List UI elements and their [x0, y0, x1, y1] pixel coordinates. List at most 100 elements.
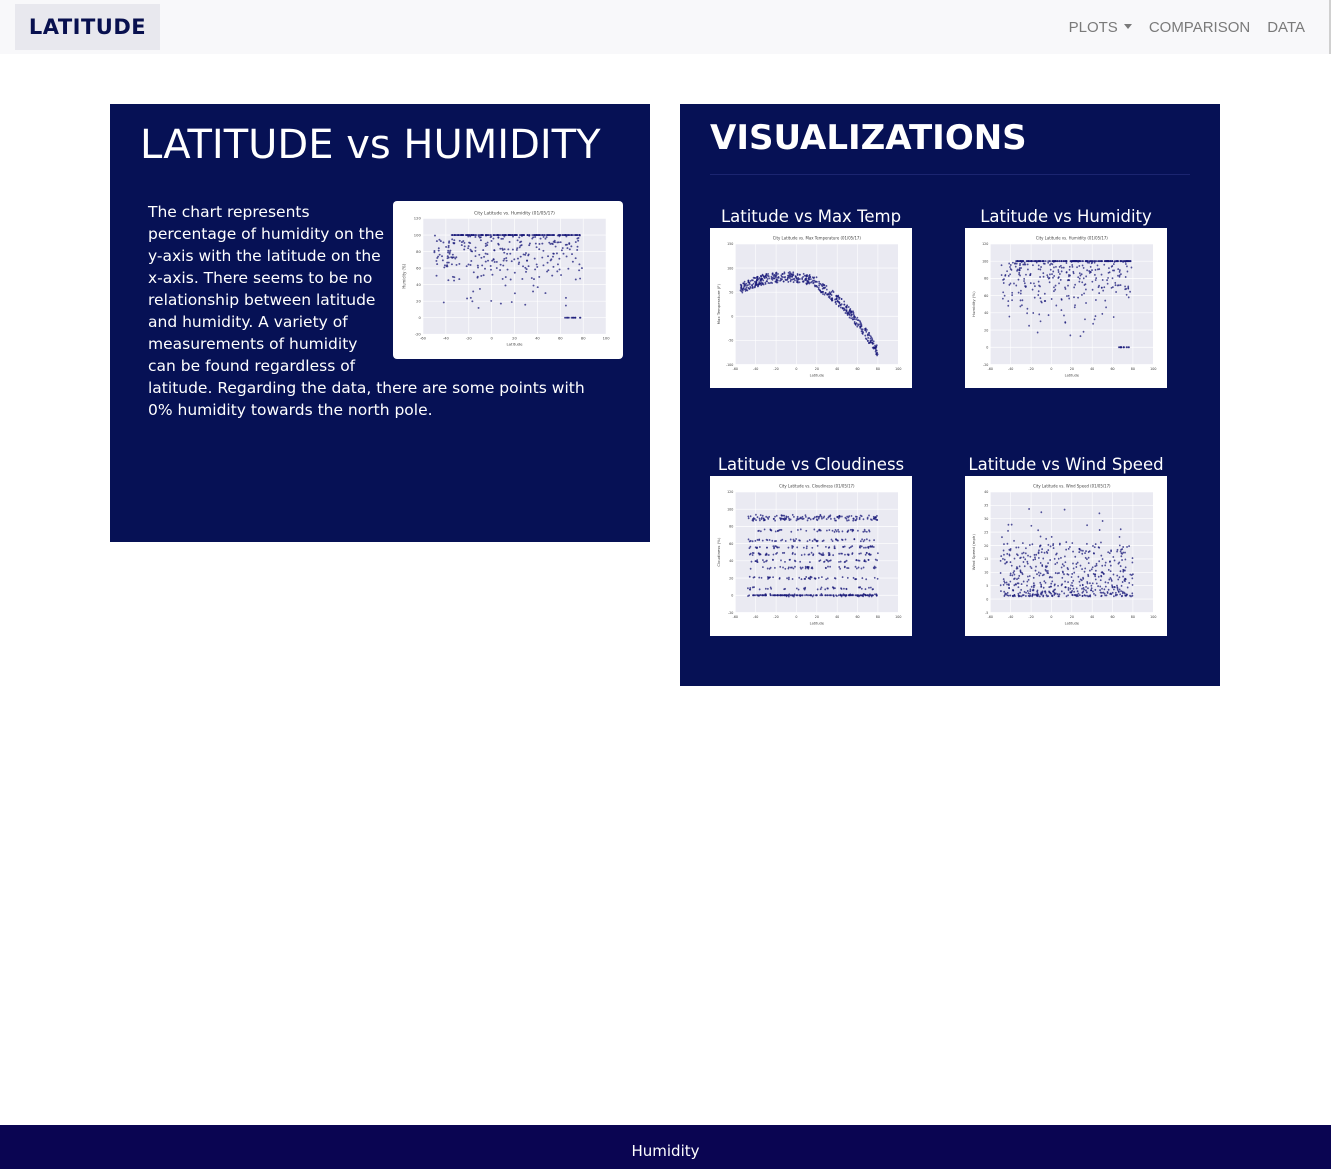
scatter-point	[758, 588, 761, 591]
scatter-point	[1100, 541, 1102, 544]
viz-card-humidity[interactable]: Latitude vs Humidity City Latitude vs. H…	[965, 206, 1167, 388]
scatter-point	[1074, 593, 1077, 596]
nav-data[interactable]: DATA	[1267, 19, 1305, 36]
scatter-point	[852, 519, 855, 522]
scatter-point	[1087, 556, 1090, 559]
brand-logo[interactable]: LATITUDE	[15, 4, 160, 50]
scatter-point	[1018, 574, 1021, 577]
scatter-point	[869, 335, 872, 338]
scatter-point	[824, 566, 827, 569]
viz-card-wind-speed[interactable]: Latitude vs Wind Speed City Latitude vs.…	[965, 454, 1167, 636]
scatter-point	[795, 587, 798, 590]
scatter-point	[480, 234, 483, 236]
scatter-point	[1058, 265, 1061, 268]
scatter-point	[555, 252, 558, 255]
scatter-point	[1130, 266, 1133, 269]
scatter-point	[1089, 582, 1091, 585]
scatter-point	[1081, 587, 1083, 590]
scatter-point	[1018, 269, 1020, 272]
scatter-point	[778, 546, 780, 549]
scatter-point	[1050, 535, 1053, 538]
scatter-point	[809, 518, 812, 521]
viz-image[interactable]: City Latitude vs. Max Temperature (01/05…	[710, 228, 912, 388]
scatter-point	[532, 234, 535, 236]
scatter-point	[848, 316, 851, 319]
scatter-point	[1124, 592, 1126, 595]
scatter-point	[510, 301, 513, 303]
scatter-point	[840, 587, 842, 590]
scatter-point	[1065, 260, 1068, 263]
scatter-point	[1047, 314, 1050, 317]
scatter-point	[765, 280, 768, 283]
y-tick-label: 60	[984, 294, 988, 298]
scatter-point	[1078, 277, 1081, 280]
scatter-point	[767, 272, 769, 275]
scatter-point	[1063, 573, 1065, 576]
scatter-point	[1057, 269, 1060, 272]
scatter-point	[854, 565, 857, 568]
scatter-point	[836, 295, 839, 298]
scatter-point	[819, 588, 822, 591]
scatter-point	[1029, 594, 1032, 597]
scatter-point	[871, 588, 874, 591]
viz-image[interactable]: City Latitude vs. Humidity (01/05/17) -60…	[965, 228, 1167, 388]
scatter-point	[574, 257, 577, 260]
scatter-point	[1013, 570, 1016, 573]
scatter-point	[552, 255, 554, 258]
scatter-point	[1007, 529, 1009, 532]
scatter-point	[847, 519, 850, 522]
scatter-point	[1044, 260, 1047, 263]
scatter-point	[1112, 555, 1115, 558]
scatter-point	[808, 273, 811, 276]
scatter-point	[561, 247, 564, 249]
scatter-point	[447, 249, 450, 252]
scatter-point	[754, 277, 757, 280]
x-tick-label: 80	[581, 337, 586, 341]
scatter-point	[828, 594, 831, 597]
viz-card-cloudiness[interactable]: Latitude vs Cloudiness City Latitude vs.…	[710, 454, 912, 636]
scatter-point	[568, 248, 571, 251]
scatter-point	[1090, 589, 1093, 592]
nav-comparison[interactable]: COMPARISON	[1149, 19, 1250, 36]
scatter-point	[783, 276, 786, 279]
scatter-point	[818, 552, 821, 555]
scatter-point	[813, 284, 816, 287]
viz-image[interactable]: City Latitude vs. Cloudiness (01/05/17) -…	[710, 476, 912, 636]
scatter-point	[797, 528, 799, 531]
x-tick-label: 40	[535, 337, 540, 341]
scatter-point	[1095, 582, 1098, 585]
scatter-point	[482, 274, 485, 277]
nav-plots-dropdown[interactable]: PLOTS	[1069, 19, 1132, 36]
scatter-point	[466, 234, 469, 236]
scatter-point	[1026, 312, 1028, 315]
scatter-point	[862, 518, 865, 521]
scatter-point	[1071, 264, 1074, 267]
scatter-point	[560, 249, 563, 252]
scatter-point	[841, 594, 844, 597]
scatter-point	[1047, 543, 1050, 546]
scatter-point	[800, 567, 803, 570]
scatter-point	[856, 319, 859, 322]
viz-image[interactable]: City Latitude vs. Wind Speed (01/05/17) -…	[965, 476, 1167, 636]
scatter-point	[860, 545, 863, 548]
scatter-point	[1101, 520, 1104, 522]
scatter-point	[766, 546, 768, 549]
scatter-point	[1043, 299, 1046, 302]
scatter-point	[836, 516, 839, 519]
x-tick-label: 80	[1131, 615, 1135, 619]
viz-card-max-temp[interactable]: Latitude vs Max Temp City Latitude vs. M…	[710, 206, 912, 388]
x-tick-label: -20	[773, 615, 778, 619]
scatter-point	[1059, 278, 1062, 281]
scatter-point	[1120, 590, 1122, 593]
scatter-point	[1101, 587, 1103, 590]
scatter-point	[843, 303, 846, 306]
scatter-point	[1091, 566, 1094, 569]
scatter-point	[1095, 562, 1098, 565]
scatter-point	[1039, 320, 1042, 323]
scatter-point	[1127, 285, 1130, 288]
scatter-point	[831, 540, 834, 543]
scatter-point	[1025, 273, 1027, 276]
scatter-point	[1104, 564, 1107, 567]
scatter-point	[825, 578, 828, 581]
scatter-point	[867, 336, 870, 339]
